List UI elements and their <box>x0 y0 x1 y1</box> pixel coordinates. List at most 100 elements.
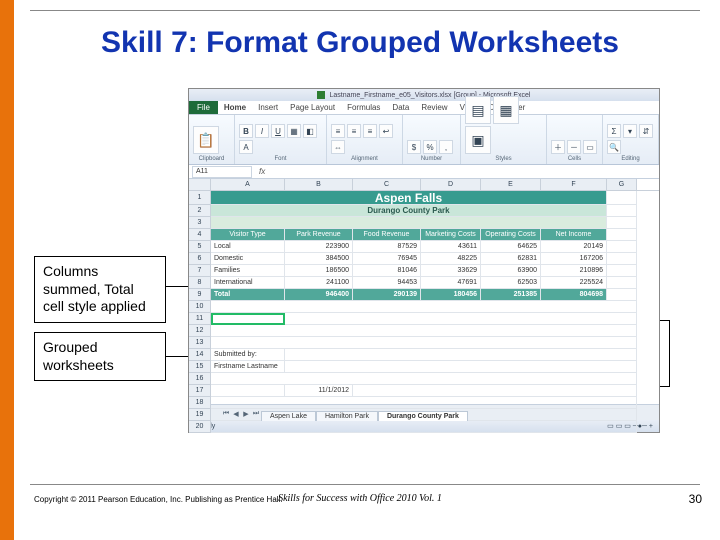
align-right-button[interactable]: ≡ <box>363 124 377 138</box>
tab-file[interactable]: File <box>189 101 218 114</box>
tab-data[interactable]: Data <box>386 103 415 112</box>
hdr-food-revenue[interactable]: Food Revenue <box>353 229 421 241</box>
total-cell[interactable]: 180456 <box>421 289 481 301</box>
hdr-marketing[interactable]: Marketing Costs <box>421 229 481 241</box>
excel-app-icon <box>317 91 325 99</box>
hdr-net-income[interactable]: Net Income <box>541 229 607 241</box>
hdr-operating[interactable]: Operating Costs <box>481 229 541 241</box>
date-cell[interactable]: 11/1/2012 <box>285 385 353 397</box>
align-center-button[interactable]: ≡ <box>347 124 361 138</box>
total-cell[interactable]: 946400 <box>285 289 353 301</box>
data-cell[interactable]: 62503 <box>481 277 541 289</box>
ribbon-group-font: Font <box>239 156 322 162</box>
sheet-tab-durango[interactable]: Durango County Park <box>378 411 468 421</box>
ribbon-group-styles: Styles <box>465 156 542 162</box>
delete-cells-button[interactable]: － <box>567 140 581 154</box>
data-cell[interactable]: 225524 <box>541 277 607 289</box>
align-left-button[interactable]: ≡ <box>331 124 345 138</box>
underline-button[interactable]: U <box>271 124 285 138</box>
cell-styles-button[interactable]: ▣ <box>465 126 491 154</box>
data-cell[interactable]: 48225 <box>421 253 481 265</box>
data-cell[interactable]: 384500 <box>285 253 353 265</box>
data-cell[interactable]: 210896 <box>541 265 607 277</box>
fill-color-button[interactable]: ◧ <box>303 124 317 138</box>
conditional-formatting-button[interactable]: ▤ <box>465 96 491 124</box>
tab-pagelayout[interactable]: Page Layout <box>284 103 341 112</box>
col-g[interactable]: G <box>607 179 637 190</box>
data-cell[interactable]: 167206 <box>541 253 607 265</box>
data-cell[interactable]: 63900 <box>481 265 541 277</box>
excel-screenshot: Lastname_Firstname_e05_Visitors.xlsx [Gr… <box>188 88 660 433</box>
data-cell[interactable]: 33629 <box>421 265 481 277</box>
format-cells-button[interactable]: ▭ <box>583 140 597 154</box>
tab-review[interactable]: Review <box>415 103 453 112</box>
data-cell[interactable]: 62831 <box>481 253 541 265</box>
name-box[interactable]: A11 <box>192 166 252 178</box>
callout-columns-summed: Columns summed, Total cell style applied <box>34 256 166 323</box>
slide-title: Skill 7: Format Grouped Worksheets <box>0 26 720 60</box>
data-cell[interactable]: Local <box>211 241 285 253</box>
sort-filter-button[interactable]: ⇵ <box>639 124 653 138</box>
total-cell[interactable]: 251385 <box>481 289 541 301</box>
percent-button[interactable]: % <box>423 140 437 154</box>
data-cell[interactable]: 223900 <box>285 241 353 253</box>
col-e[interactable]: E <box>481 179 541 190</box>
ribbon-group-editing: Editing <box>607 156 654 162</box>
total-cell[interactable]: 290139 <box>353 289 421 301</box>
bold-button[interactable]: B <box>239 124 253 138</box>
comma-button[interactable]: , <box>439 140 453 154</box>
tab-insert[interactable]: Insert <box>252 103 284 112</box>
data-cell[interactable]: 81046 <box>353 265 421 277</box>
submitted-by-value[interactable]: Firstname Lastname <box>211 361 285 373</box>
hdr-park-revenue[interactable]: Park Revenue <box>285 229 353 241</box>
total-label[interactable]: Total <box>211 289 285 301</box>
sheet-tab-hamilton-park[interactable]: Hamilton Park <box>316 411 378 421</box>
hdr-visitor-type[interactable]: Visitor Type <box>211 229 285 241</box>
col-f[interactable]: F <box>541 179 607 190</box>
submitted-by-label[interactable]: Submitted by: <box>211 349 285 361</box>
callout-grouped-worksheets: Grouped worksheets <box>34 332 166 381</box>
data-cell[interactable]: 47691 <box>421 277 481 289</box>
total-cell[interactable]: 804698 <box>541 289 607 301</box>
format-as-table-button[interactable]: ▦ <box>493 96 519 124</box>
worksheet-grid[interactable]: A B C D E F G 1Aspen Falls 2Durango Coun… <box>189 179 659 404</box>
data-cell[interactable]: Families <box>211 265 285 277</box>
data-cell[interactable]: 241100 <box>285 277 353 289</box>
data-cell[interactable]: 20149 <box>541 241 607 253</box>
data-cell[interactable]: Domestic <box>211 253 285 265</box>
data-cell[interactable]: 64625 <box>481 241 541 253</box>
tab-formulas[interactable]: Formulas <box>341 103 386 112</box>
col-b[interactable]: B <box>285 179 353 190</box>
ribbon-tabs: File Home Insert Page Layout Formulas Da… <box>189 101 659 115</box>
merged-title[interactable]: Aspen Falls <box>211 191 607 205</box>
currency-button[interactable]: $ <box>407 140 421 154</box>
col-c[interactable]: C <box>353 179 421 190</box>
bottom-rule <box>30 484 700 485</box>
italic-button[interactable]: I <box>255 124 269 138</box>
merged-subtitle[interactable]: Durango County Park <box>211 205 607 217</box>
col-d[interactable]: D <box>421 179 481 190</box>
merge-center-button[interactable]: ⇔ <box>331 140 345 154</box>
autosum-button[interactable]: Σ <box>607 124 621 138</box>
ribbon-group-cells: Cells <box>551 156 598 162</box>
active-cell-a11[interactable] <box>211 313 285 325</box>
fx-icon[interactable]: fx <box>259 167 265 176</box>
data-cell[interactable]: 76945 <box>353 253 421 265</box>
data-cell[interactable]: International <box>211 277 285 289</box>
data-cell[interactable]: 94453 <box>353 277 421 289</box>
tab-home[interactable]: Home <box>218 103 252 112</box>
ribbon-group-alignment: Alignment <box>331 156 398 162</box>
find-select-button[interactable]: 🔍 <box>607 140 621 154</box>
insert-cells-button[interactable]: ＋ <box>551 140 565 154</box>
fill-button[interactable]: ▾ <box>623 124 637 138</box>
font-color-button[interactable]: A <box>239 140 253 154</box>
sheet-tab-aspen-lake[interactable]: Aspen Lake <box>261 411 316 421</box>
footer-page-number: 30 <box>689 492 702 506</box>
col-a[interactable]: A <box>211 179 285 190</box>
data-cell[interactable]: 87529 <box>353 241 421 253</box>
data-cell[interactable]: 43611 <box>421 241 481 253</box>
wrap-text-button[interactable]: ↩ <box>379 124 393 138</box>
paste-button[interactable]: 📋 <box>193 126 219 154</box>
border-button[interactable]: ▦ <box>287 124 301 138</box>
data-cell[interactable]: 186500 <box>285 265 353 277</box>
